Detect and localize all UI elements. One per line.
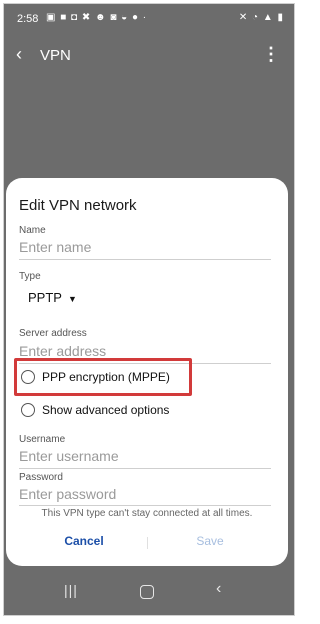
password-underline: [19, 505, 271, 506]
name-input[interactable]: [19, 239, 271, 255]
notification-icons: ▣ ■ ◘ ✖ ☻ ◙ ◒ ● ·: [46, 12, 148, 23]
app-bar: ‹ VPN ⋮: [4, 34, 294, 78]
status-time: 2:58: [17, 13, 39, 25]
system-status-icons: ✕ ◔ ▲ ▮: [238, 12, 284, 23]
button-divider: [147, 537, 148, 549]
show-advanced-label: Show advanced options: [42, 403, 170, 417]
more-vert-icon[interactable]: ⋮: [262, 44, 280, 65]
dropdown-arrow-icon: ▼: [67, 294, 77, 304]
recent-apps-icon[interactable]: |||: [64, 582, 78, 598]
username-input[interactable]: [19, 448, 271, 464]
dialog-title: Edit VPN network: [19, 197, 137, 214]
password-input[interactable]: [19, 486, 271, 502]
radio-button[interactable]: [21, 403, 35, 417]
type-label: Type: [19, 271, 41, 282]
highlight-annotation: [14, 358, 192, 396]
vpn-type-hint: This VPN type can't stay connected at al…: [41, 508, 253, 519]
server-address-label: Server address: [19, 328, 87, 339]
username-label: Username: [19, 434, 66, 445]
username-underline: [19, 468, 271, 469]
cancel-button[interactable]: Cancel: [32, 534, 136, 548]
name-label: Name: [19, 225, 46, 236]
status-bar: 2:58 ▣ ■ ◘ ✖ ☻ ◙ ◒ ● · ✕ ◔ ▲ ▮: [4, 4, 294, 34]
type-selected-value: PPTP: [28, 290, 62, 305]
save-button[interactable]: Save: [158, 534, 262, 548]
back-icon[interactable]: ‹: [216, 580, 221, 598]
dialog-buttons: Cancel Save: [6, 530, 288, 556]
name-underline: [19, 259, 271, 260]
password-label: Password: [19, 472, 63, 483]
page-title: VPN: [40, 47, 71, 64]
home-icon[interactable]: [140, 585, 154, 599]
server-address-input[interactable]: [19, 343, 271, 359]
edit-vpn-dialog: Edit VPN network Name Type PPTP ▼ Server …: [6, 178, 288, 566]
chevron-left-icon[interactable]: ‹: [16, 44, 22, 65]
navigation-bar: ||| ‹: [4, 572, 294, 615]
phone-screen: 2:58 ▣ ■ ◘ ✖ ☻ ◙ ◒ ● · ✕ ◔ ▲ ▮ ‹ VPN ⋮ E…: [3, 3, 295, 616]
type-dropdown[interactable]: PPTP ▼: [28, 290, 77, 305]
